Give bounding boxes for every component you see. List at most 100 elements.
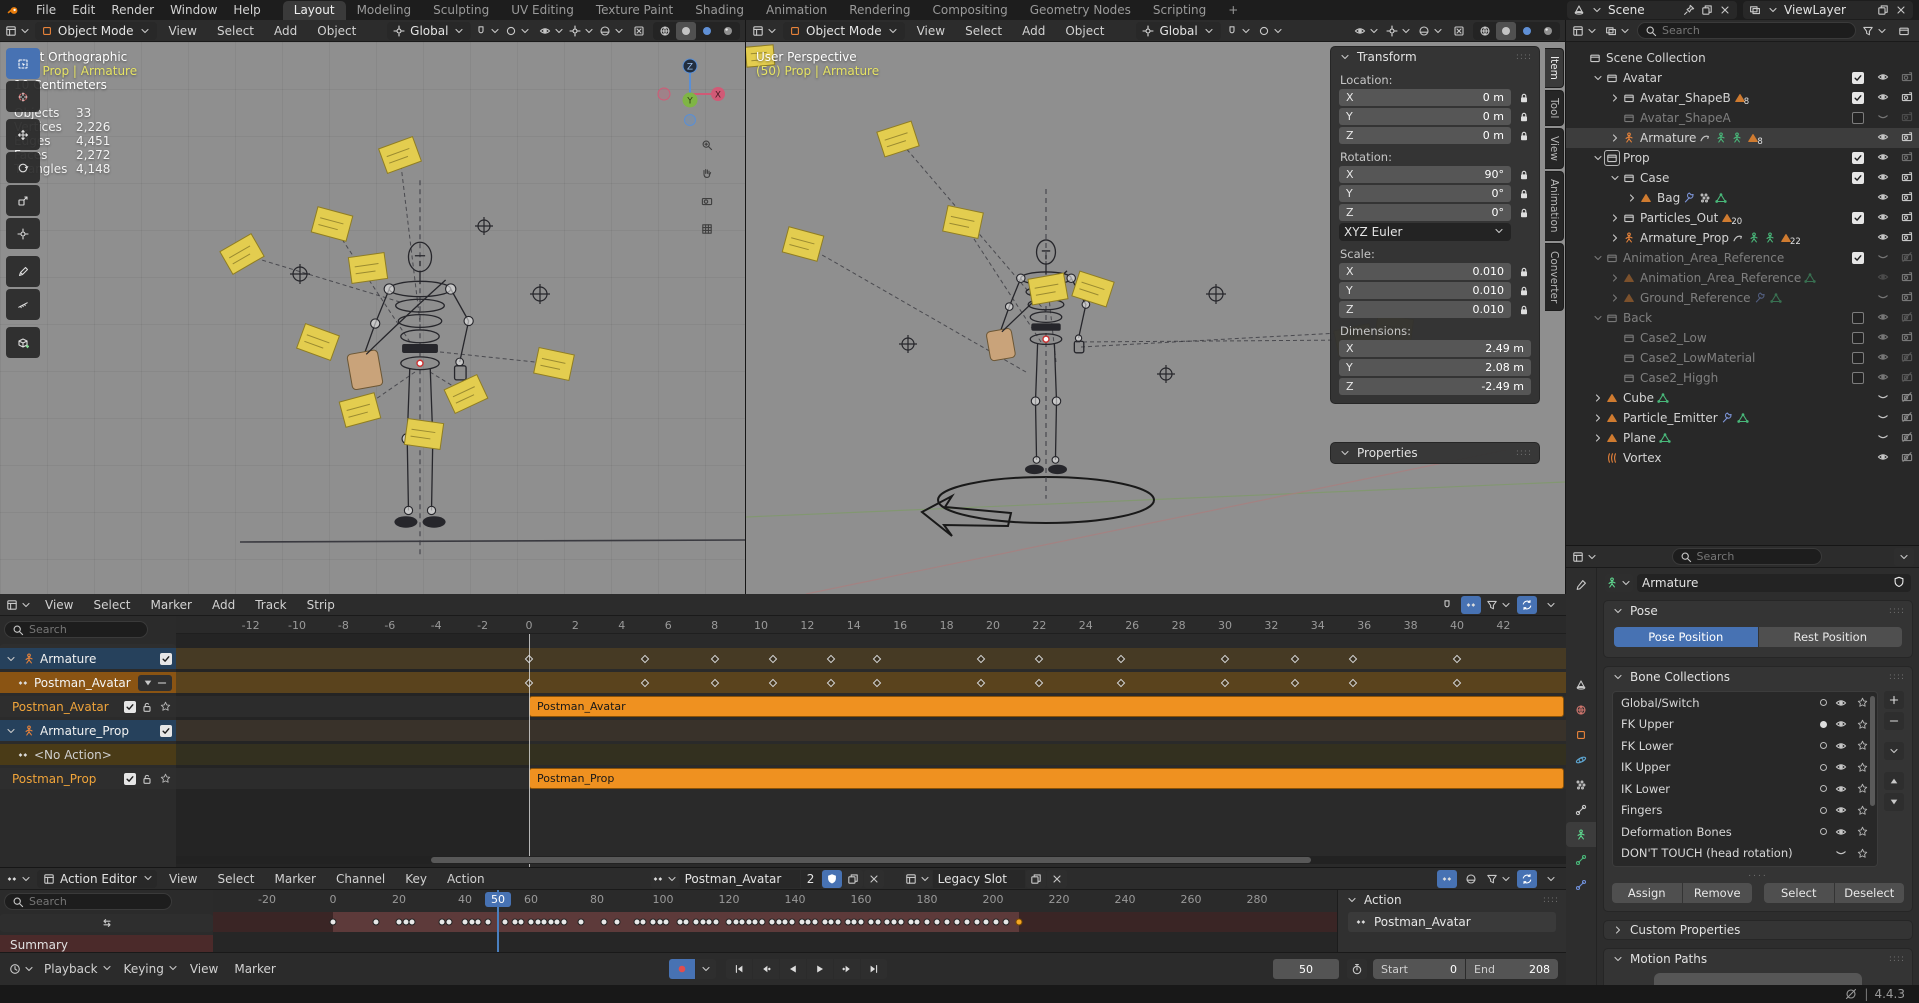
scene-selector[interactable]: Scene (1567, 1, 1737, 19)
pose-position-button[interactable]: Pose Position (1614, 627, 1758, 647)
chev-down-icon[interactable] (1591, 71, 1605, 85)
xray-toggle[interactable] (1449, 22, 1469, 40)
tool-select-box-button[interactable] (6, 48, 40, 79)
viewlayer-selector[interactable]: ViewLayer (1743, 1, 1913, 19)
menu-marker[interactable]: Marker (226, 958, 283, 980)
outliner-row-armature[interactable]: Armature8 (1566, 128, 1919, 148)
keyframe[interactable] (600, 919, 607, 926)
workspace-tab-sculpting[interactable]: Sculpting (422, 1, 500, 20)
dope-view-toggle[interactable] (1437, 870, 1457, 888)
eye-open-icon[interactable] (1876, 310, 1890, 324)
camera-icon[interactable] (1900, 150, 1914, 164)
eye-open-icon[interactable] (1876, 150, 1890, 164)
proportional-edit-toggle[interactable] (1257, 22, 1285, 40)
camera-icon[interactable] (1900, 90, 1914, 104)
eye-closed-icon[interactable] (1876, 390, 1890, 404)
camera-icon[interactable] (1900, 170, 1914, 184)
fake-user-button[interactable] (822, 870, 842, 888)
previous-keyframe-button[interactable] (753, 959, 779, 979)
keyframe[interactable] (445, 919, 452, 926)
keyframe[interactable] (577, 919, 584, 926)
sidebar-tab-item[interactable]: Item (1545, 48, 1564, 88)
outliner-row-prop[interactable]: Prop (1566, 148, 1919, 168)
chev-down-icon[interactable] (1591, 151, 1605, 165)
tool-rotate-button[interactable] (6, 152, 40, 183)
workspace-tab-compositing[interactable]: Compositing (921, 1, 1018, 20)
eye-closed-icon[interactable] (1834, 846, 1848, 860)
bone-collection-row-global-switch[interactable]: Global/Switch (1613, 692, 1877, 714)
workspace-tab-animation[interactable]: Animation (755, 1, 838, 20)
transform-field-location-y[interactable]: Y0 m (1339, 108, 1511, 125)
workspace-tab-shading[interactable]: Shading (684, 1, 755, 20)
menu-key[interactable]: Key (397, 868, 435, 890)
keyframe[interactable] (943, 919, 950, 926)
eye-open-icon[interactable] (1876, 70, 1890, 84)
chev-right-icon[interactable] (1608, 231, 1622, 245)
proportional-edit-toggle[interactable] (505, 22, 531, 40)
keyframe[interactable] (640, 919, 647, 926)
nav-grid-button[interactable] (700, 222, 714, 238)
checkbox[interactable] (1852, 92, 1864, 104)
properties-tab-scene[interactable] (1566, 672, 1596, 697)
keyframe[interactable] (1003, 919, 1010, 926)
outliner-row-scene-collection[interactable]: Scene Collection (1566, 48, 1919, 68)
action-users-count[interactable]: 2 (801, 870, 821, 888)
lock-icon[interactable] (1517, 129, 1531, 143)
shading-material-button[interactable] (697, 22, 717, 40)
keyframe[interactable] (372, 919, 379, 926)
lock-icon[interactable] (1517, 168, 1531, 182)
slot-name-field[interactable]: Legacy Slot (933, 870, 1025, 888)
pin-icon[interactable] (1682, 3, 1696, 17)
menu-marker[interactable]: Marker (267, 868, 324, 890)
display-mode-button[interactable] (1571, 22, 1599, 40)
camera-off-icon[interactable] (1900, 390, 1914, 404)
editor-type-button[interactable] (5, 596, 33, 614)
menu-file[interactable]: File (28, 0, 64, 20)
current-frame-badge[interactable]: 50 (485, 892, 511, 907)
camera-icon[interactable] (1900, 290, 1914, 304)
bone-collection-row-deformation-bones[interactable]: Deformation Bones (1613, 821, 1877, 843)
outliner-row-avatar-shapea[interactable]: Avatar_ShapeA (1566, 108, 1919, 128)
workspace-tab-texture-paint[interactable]: Texture Paint (585, 1, 684, 20)
navigation-gizmo[interactable]: ZXY (652, 56, 728, 135)
dope-canvas[interactable]: -200204060801001201401601802002202402602… (213, 890, 1337, 953)
keyframe[interactable] (330, 919, 337, 926)
tool-annotate-button[interactable] (6, 256, 40, 287)
eye-closed-icon[interactable] (1876, 430, 1890, 444)
shading-wireframe-button[interactable] (1475, 22, 1495, 40)
menu-render[interactable]: Render (103, 0, 162, 20)
bone-collection-row-don-t-touch-head-rotation[interactable]: DON'T TOUCH (head rotation) (1613, 843, 1877, 865)
star-icon[interactable] (1855, 782, 1869, 796)
editor-type-button[interactable] (751, 22, 779, 40)
lock-open-icon[interactable] (140, 700, 154, 714)
eye-open-icon[interactable] (1876, 90, 1890, 104)
outliner-row-vortex[interactable]: Vortex (1566, 448, 1919, 468)
camera-icon[interactable] (1900, 210, 1914, 224)
camera-off-icon[interactable] (1900, 250, 1914, 264)
lock-icon[interactable] (1517, 187, 1531, 201)
shading-wireframe-button[interactable] (655, 22, 675, 40)
menu-keying[interactable]: Keying (116, 958, 172, 980)
keyframe[interactable] (788, 919, 795, 926)
visibility-toggle[interactable] (1353, 22, 1381, 40)
eye-open-icon[interactable] (1834, 782, 1848, 796)
editor-type-button[interactable] (5, 22, 31, 40)
properties-tab-view-layer[interactable] (1566, 647, 1596, 672)
camera-icon[interactable] (1900, 130, 1914, 144)
transform-field-rotation-x[interactable]: X90° (1339, 166, 1511, 183)
properties-tab-armature-data[interactable] (1566, 822, 1596, 847)
options-button[interactable] (1541, 596, 1561, 614)
eye-open-icon[interactable] (1876, 170, 1890, 184)
gizmo-toggle[interactable] (1385, 22, 1413, 40)
outliner-row-case[interactable]: Case (1566, 168, 1919, 188)
camera-off-icon[interactable] (1900, 310, 1914, 324)
editor-type-button[interactable] (1571, 548, 1599, 566)
camera-icon[interactable] (1900, 190, 1914, 204)
camera-off-icon[interactable] (1900, 370, 1914, 384)
properties-tab-bone-constraint[interactable] (1566, 872, 1596, 897)
menu-help[interactable]: Help (225, 0, 268, 20)
use-preview-range-button[interactable] (1347, 959, 1367, 979)
snap-toggle[interactable] (475, 22, 501, 40)
menu-playback[interactable]: Playback (36, 958, 106, 980)
move-up-button[interactable] (1884, 772, 1904, 790)
